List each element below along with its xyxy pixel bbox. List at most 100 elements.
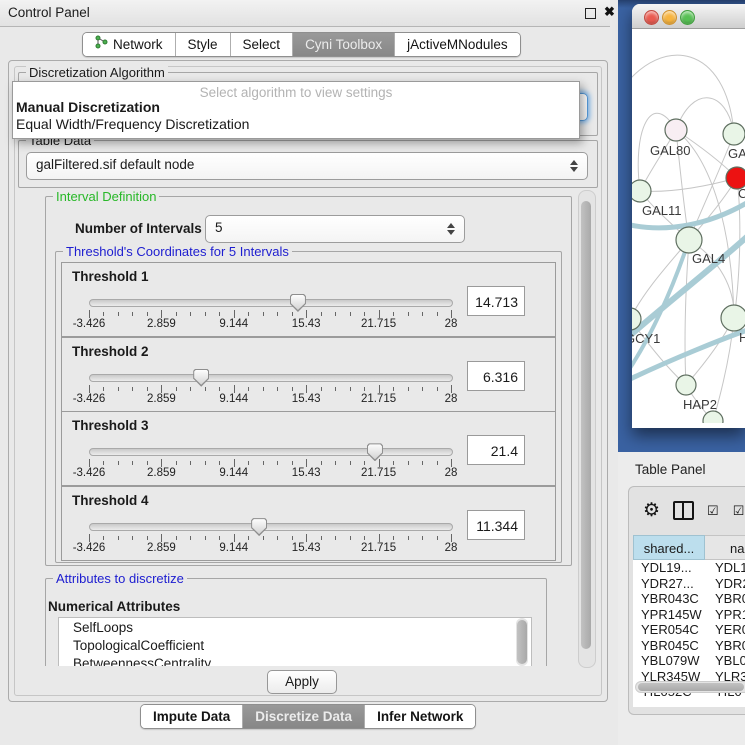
table-cell: YER054C — [633, 622, 705, 638]
network-canvas[interactable]: GAL80GACGAL11GAL4GCY1HHAP2 — [632, 29, 745, 423]
float-window-icon[interactable] — [585, 8, 596, 19]
tab-network[interactable]: Network — [83, 33, 175, 56]
table-row[interactable]: YBR043CYBR0 — [633, 591, 745, 607]
threshold-slider-track[interactable] — [89, 299, 453, 307]
tab-cyni-toolbox[interactable]: Cyni Toolbox — [292, 33, 394, 56]
algorithm-popup-hint: Select algorithm to view settings — [13, 85, 579, 100]
scale-label: 2.859 — [147, 393, 176, 405]
column-header[interactable]: na — [705, 535, 745, 560]
threshold-label: Threshold 4 — [72, 493, 149, 508]
threshold-value-field[interactable]: 14.713 — [467, 286, 525, 316]
tab-label: Network — [113, 33, 163, 56]
close-light[interactable] — [644, 10, 659, 25]
zoom-light[interactable] — [680, 10, 695, 25]
top-right-node[interactable] — [723, 123, 745, 145]
hap2-node[interactable] — [676, 375, 696, 395]
network-edge — [685, 240, 689, 385]
gal4-node[interactable] — [676, 227, 702, 253]
node-label: GCY1 — [632, 331, 660, 346]
node-label: C — [738, 186, 745, 201]
panel-title: Control Panel — [8, 5, 90, 20]
discretization-algorithm-label: Discretization Algorithm — [26, 65, 168, 80]
table-row[interactable]: YBR045CYBR0 — [633, 638, 745, 654]
threshold-slider-track[interactable] — [89, 374, 453, 382]
gal80-node[interactable] — [665, 119, 687, 141]
table-row[interactable]: YER054CYER0 — [633, 622, 745, 638]
table-cell: YBR0 — [705, 638, 745, 654]
apply-button[interactable]: Apply — [267, 670, 337, 694]
network-graph: GAL80GACGAL11GAL4GCY1HHAP2 — [632, 29, 745, 423]
threshold-value-field[interactable]: 6.316 — [467, 361, 525, 391]
tab-discretize-data[interactable]: Discretize Data — [242, 705, 364, 728]
threshold-value-field[interactable]: 21.4 — [467, 435, 525, 465]
attributes-list-scrollbar[interactable] — [516, 618, 528, 666]
table-cell: YBL079W — [633, 653, 705, 669]
algorithm-option[interactable]: Equal Width/Frequency Discretization — [16, 116, 249, 132]
tab-jactivemnodules[interactable]: jActiveMNodules — [394, 33, 520, 56]
table-toolbar: ⚙ ☑ ☑ — [633, 493, 745, 527]
checkbox-icon[interactable]: ☑ — [733, 504, 745, 517]
number-of-intervals-combo[interactable]: 5 — [205, 215, 465, 243]
threshold-slider-track[interactable] — [89, 523, 453, 531]
table-cell: YPR145W — [633, 607, 705, 623]
gal11-node[interactable] — [632, 180, 651, 202]
checkbox-icon[interactable]: ☑ — [707, 504, 720, 517]
node-label: GAL11 — [642, 203, 682, 218]
attributes-group-label: Attributes to discretize — [53, 571, 187, 586]
table-row[interactable]: YDR27...YDR2 — [633, 576, 745, 592]
numerical-attributes-list[interactable]: SelfLoopsTopologicalCoefficientBetweenne… — [58, 617, 532, 666]
tab-style[interactable]: Style — [175, 33, 230, 56]
scale-label: 15.43 — [292, 542, 321, 554]
table-cell: YBR043C — [633, 591, 705, 607]
right-node[interactable] — [721, 305, 745, 331]
stepper-arrows-icon — [570, 160, 578, 172]
slider-scale-labels: -3.4262.8599.14415.4321.71528 — [89, 318, 451, 330]
threshold-panel: Threshold 2-3.4262.8599.14415.4321.71528… — [61, 337, 556, 412]
slider-scale-labels: -3.4262.8599.14415.4321.71528 — [89, 467, 451, 479]
network-icon — [95, 33, 108, 56]
slider-ticks — [89, 534, 451, 542]
settings-scrollbar[interactable] — [578, 190, 596, 668]
tab-label: jActiveMNodules — [407, 33, 508, 56]
table-row[interactable]: YBL079WYBL0 — [633, 653, 745, 669]
tab-select[interactable]: Select — [230, 33, 293, 56]
table-row[interactable]: YPR145WYPR1 — [633, 607, 745, 623]
table-cell: YDL19... — [633, 560, 705, 576]
minimize-light[interactable] — [662, 10, 677, 25]
close-icon[interactable]: ✖ — [604, 4, 615, 20]
table-panel-title: Table Panel — [635, 462, 706, 477]
network-window[interactable]: GAL80GACGAL11GAL4GCY1HHAP2 — [632, 4, 745, 428]
attribute-list-item[interactable]: SelfLoops — [59, 618, 531, 636]
thresholds-group-label: Threshold's Coordinates for 5 Intervals — [63, 244, 292, 259]
scale-label: 21.715 — [361, 467, 396, 479]
top-tab-bar: Network StyleSelectCyni Toolbox jActiveMNo… — [82, 32, 521, 57]
attribute-list-item[interactable]: TopologicalCoefficient — [59, 636, 531, 654]
attribute-list-item[interactable]: BetweennessCentrality — [59, 654, 531, 666]
tab-impute-data[interactable]: Impute Data — [141, 705, 242, 728]
threshold-slider-track[interactable] — [89, 448, 453, 456]
gear-icon[interactable]: ⚙ — [643, 501, 660, 520]
scale-label: 2.859 — [147, 542, 176, 554]
threshold-panel: Threshold 1-3.4262.8599.14415.4321.71528… — [61, 262, 556, 337]
slider-scale-labels: -3.4262.8599.14415.4321.71528 — [89, 393, 451, 405]
threshold-value-field[interactable]: 11.344 — [467, 510, 525, 540]
table-data-combo[interactable]: galFiltered.sif default node — [26, 152, 588, 180]
scale-label: 28 — [445, 393, 458, 405]
split-columns-icon[interactable] — [673, 501, 694, 520]
table-row[interactable]: YDL19...YDL1 — [633, 560, 745, 576]
scale-label: 9.144 — [219, 393, 248, 405]
attributes-viewport: Attributes to discretize Numerical Attri… — [14, 566, 576, 666]
tab-infer-network[interactable]: Infer Network — [364, 705, 475, 728]
bottom-tab-bar: Impute DataDiscretize DataInfer Network — [140, 704, 476, 729]
scale-label: 21.715 — [361, 318, 396, 330]
column-header[interactable]: shared... — [633, 535, 705, 560]
scale-label: -3.426 — [73, 542, 106, 554]
scale-label: -3.426 — [73, 318, 106, 330]
stepper-arrows-icon — [447, 223, 455, 235]
table-h-scrollbar[interactable] — [635, 681, 745, 693]
threshold-panel: Threshold 4-3.4262.8599.14415.4321.71528… — [61, 486, 556, 561]
node-table[interactable]: shared...na YDL19...YDL1YDR27...YDR2YBR0… — [633, 535, 745, 707]
algorithm-option[interactable]: Manual Discretization — [16, 99, 160, 115]
node-label: GAL80 — [650, 143, 690, 158]
node-label: GAL4 — [692, 251, 725, 266]
